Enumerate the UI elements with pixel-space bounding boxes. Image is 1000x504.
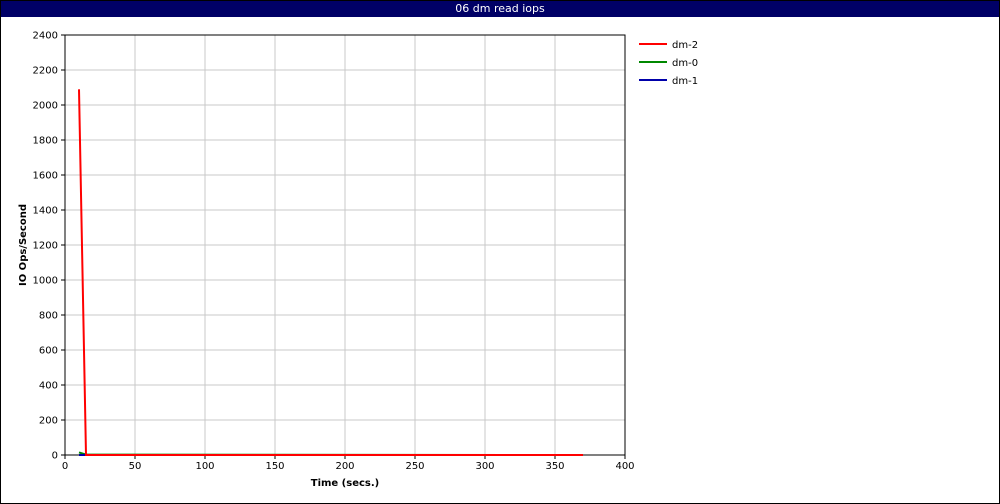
axis-ticks: 0 50 100 150 200 250 300 350 400 0 200 400 600 800 100… [33, 31, 635, 473]
legend-label: dm-2 [672, 40, 698, 51]
x-tick-label: 200 [335, 461, 354, 472]
x-tick-label: 250 [405, 461, 424, 472]
legend-item-dm-0: dm-0 [639, 58, 698, 69]
series-line-dm-2 [78, 89, 583, 456]
legend-item-dm-1: dm-1 [639, 76, 698, 87]
grid [64, 34, 626, 456]
y-tick-label: 1600 [33, 171, 58, 182]
x-tick-label: 50 [129, 461, 142, 472]
x-axis-label: Time (secs.) [311, 478, 380, 489]
x-tick-label: 100 [195, 461, 214, 472]
y-tick-label: 1800 [33, 136, 58, 147]
y-tick-label: 2200 [33, 66, 58, 77]
y-tick-label: 400 [39, 381, 58, 392]
x-tick-label: 0 [62, 461, 68, 472]
x-tick-label: 150 [265, 461, 284, 472]
y-tick-label: 800 [39, 311, 58, 322]
y-tick-label: 0 [52, 451, 58, 462]
y-axis-label: IO Ops/Second [18, 204, 29, 286]
y-tick-label: 1400 [33, 206, 58, 217]
chart-svg: 0 50 100 150 200 250 300 350 400 0 200 400 600 800 100… [18, 31, 698, 490]
y-tick-label: 1200 [33, 241, 58, 252]
legend-label: dm-0 [672, 58, 698, 69]
legend: dm-2 dm-0 dm-1 [639, 40, 698, 87]
x-tick-label: 400 [615, 461, 634, 472]
y-tick-label: 600 [39, 346, 58, 357]
y-tick-label: 200 [39, 416, 58, 427]
legend-item-dm-2: dm-2 [639, 40, 698, 51]
series-lines [78, 89, 584, 456]
y-tick-label: 2000 [33, 101, 58, 112]
y-tick-label: 1000 [33, 276, 58, 287]
x-tick-label: 350 [545, 461, 564, 472]
x-tick-label: 300 [475, 461, 494, 472]
legend-label: dm-1 [672, 76, 698, 87]
y-tick-label: 2400 [33, 31, 58, 42]
